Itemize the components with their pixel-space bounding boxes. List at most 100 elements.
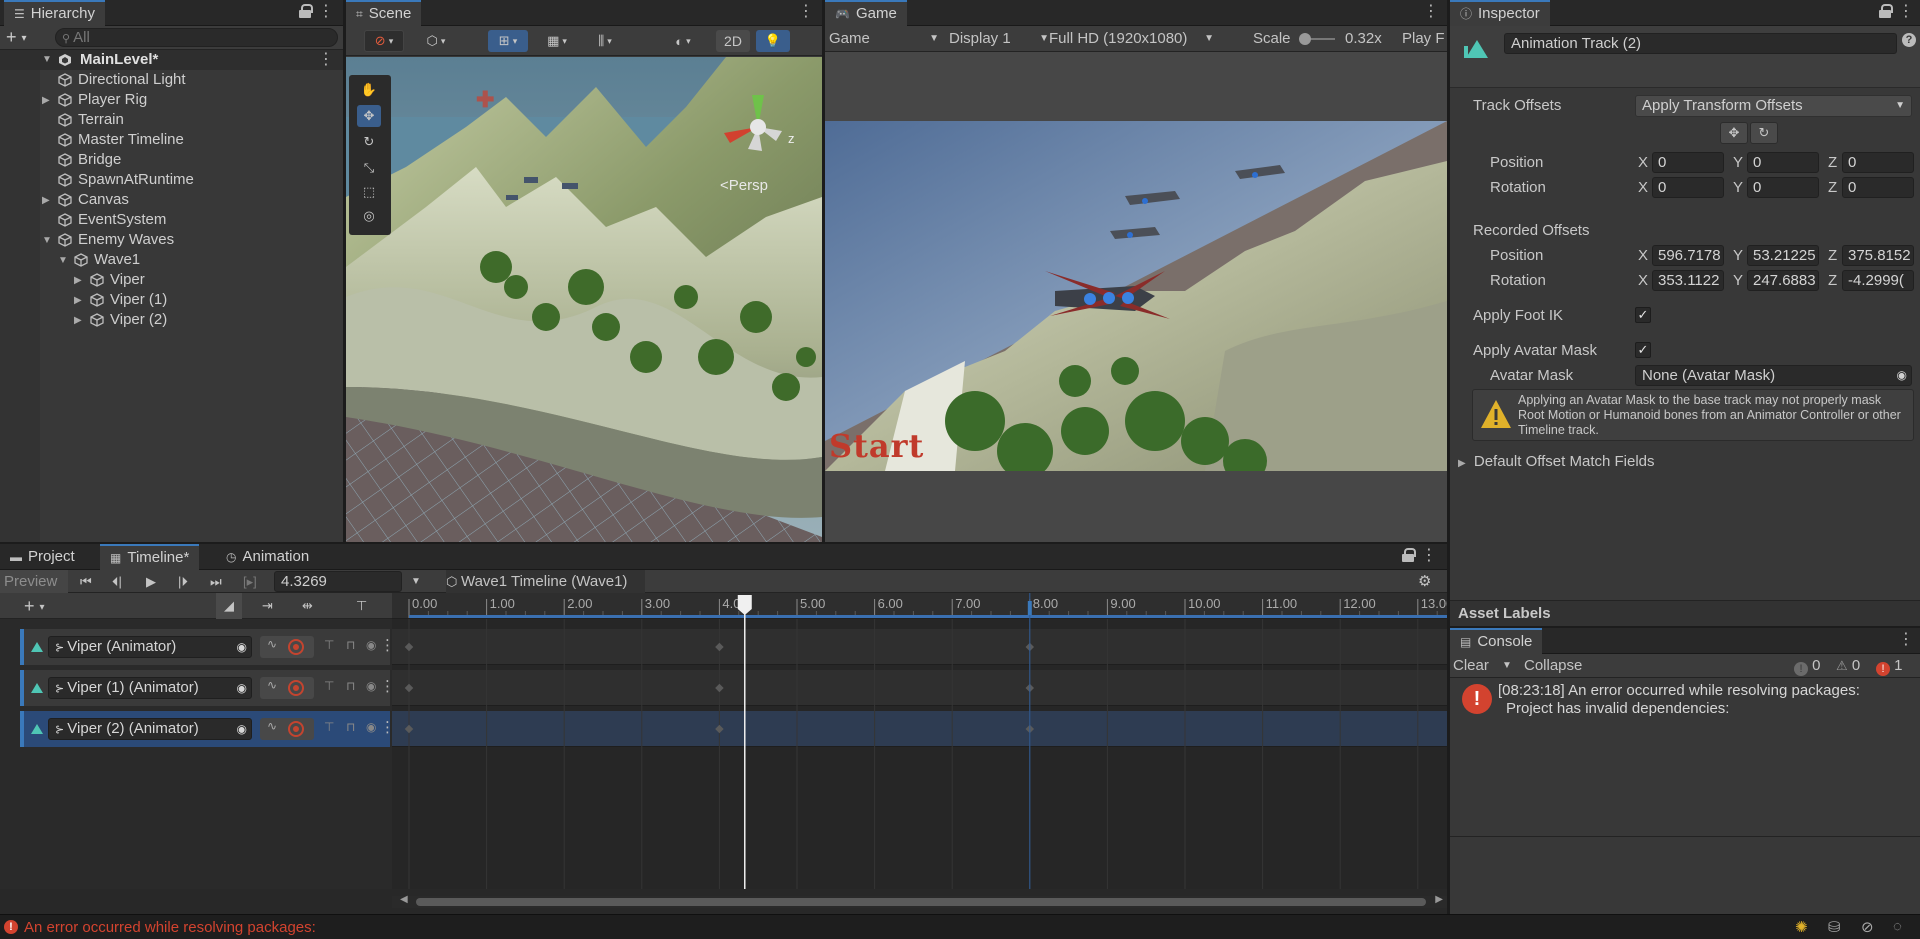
tool-handle-dropdown[interactable]: ⊘ ▾ xyxy=(364,30,404,52)
scroll-left-icon[interactable]: ◀ xyxy=(400,894,408,905)
pin-icon[interactable]: ⊤ xyxy=(324,720,334,734)
grid-toggle-button[interactable]: ▦ ▾ xyxy=(539,30,575,52)
hierarchy-item[interactable]: Terrain xyxy=(0,110,343,130)
recorded-position-x-field[interactable]: 596.7178 xyxy=(1652,245,1724,266)
tab-hierarchy[interactable]: ☰ Hierarchy xyxy=(4,0,105,26)
edit-mode-mix-icon[interactable]: ◢ xyxy=(216,593,242,619)
edit-mode-ripple-icon[interactable]: ⇥ xyxy=(262,593,273,619)
pin-marker-icon[interactable]: ⊤ xyxy=(356,593,367,619)
scene-viewport[interactable]: ✚ ✋ ✥ ↻ ⤡ ⬚ ◎ z <Persp xyxy=(346,57,822,542)
transform-tool-icon[interactable]: ◎ xyxy=(357,205,381,227)
increment-snap-button[interactable]: ⫼ ▾ xyxy=(585,30,625,52)
tab-scene[interactable]: ⌗ Scene xyxy=(346,0,422,26)
rotation-z-field[interactable]: 0 xyxy=(1842,177,1914,198)
recorded-rotation-x-field[interactable]: 353.1122 xyxy=(1652,270,1724,291)
time-field[interactable]: 4.3269 xyxy=(274,571,402,592)
info-filter-toggle[interactable]: ! 0 xyxy=(1794,654,1821,678)
hierarchy-item[interactable]: EventSystem xyxy=(0,210,343,230)
timeline-settings-icon[interactable]: ⚙ xyxy=(1418,570,1431,593)
timeline-asset-breadcrumb[interactable]: ⬡ Wave1 Timeline (Wave1) xyxy=(446,570,646,593)
hierarchy-item[interactable]: Master Timeline xyxy=(0,130,343,150)
curves-icon[interactable]: ∿ xyxy=(267,678,277,692)
console-entry[interactable]: ! [08:23:18] An error occurred while res… xyxy=(1450,680,1920,720)
recorded-position-z-field[interactable]: 375.8152 xyxy=(1842,245,1914,266)
object-picker-icon[interactable]: ◉ xyxy=(237,719,247,739)
add-object-button[interactable]: + ▾ xyxy=(6,27,27,49)
recorded-rotation-z-field[interactable]: -4.2999( xyxy=(1842,270,1914,291)
hierarchy-item[interactable]: ▶ Viper (1) xyxy=(0,290,343,310)
status-bar[interactable]: ! An error occurred while resolving pack… xyxy=(0,914,1920,939)
collapse-arrow-icon[interactable]: ▶ xyxy=(42,191,50,211)
pin-icon[interactable]: ⊤ xyxy=(324,679,334,693)
object-picker-icon[interactable]: ◉ xyxy=(237,637,247,657)
next-frame-icon[interactable]: |⏵ xyxy=(178,570,188,593)
render-mode-dropdown[interactable]: ⬡ ▾ xyxy=(416,30,456,52)
scene-more-icon[interactable]: ⋮ xyxy=(798,2,814,22)
edit-mode-replace-icon[interactable]: ⇹ xyxy=(302,593,313,619)
apply-foot-ik-checkbox[interactable]: ✓ xyxy=(1635,307,1651,323)
error-filter-toggle[interactable]: ! 1 xyxy=(1876,654,1903,678)
tab-console[interactable]: ▤ Console xyxy=(1450,628,1543,654)
track-lock-icon[interactable]: ⊓ xyxy=(346,679,355,693)
collapse-button[interactable]: Collapse xyxy=(1524,654,1582,678)
hierarchy-item[interactable]: Directional Light xyxy=(0,70,343,90)
persp-label[interactable]: <Persp xyxy=(720,177,768,194)
help-icon[interactable]: ? xyxy=(1902,33,1916,47)
play-range-icon[interactable]: [▸] xyxy=(243,570,257,593)
play-focused-label[interactable]: Play F xyxy=(1402,26,1445,52)
game-more-icon[interactable]: ⋮ xyxy=(1423,2,1439,22)
expand-arrow-icon[interactable]: ▼ xyxy=(42,50,52,70)
warning-filter-toggle[interactable]: ⚠ 0 xyxy=(1836,654,1860,678)
hierarchy-search-input[interactable]: ⚲ All xyxy=(55,28,338,47)
orientation-gizmo[interactable]: z xyxy=(718,87,798,167)
more-options-icon[interactable]: ⋮ xyxy=(318,2,334,22)
animator-binding-field[interactable]: ⊱ Viper (Animator) ◉ xyxy=(48,636,252,658)
resolution-select[interactable]: Full HD (1920x1080) ▼ xyxy=(1049,26,1214,52)
position-z-field[interactable]: 0 xyxy=(1842,152,1914,173)
move-offset-tool-button[interactable]: ✥ xyxy=(1720,122,1748,144)
collapse-arrow-icon[interactable]: ▶ xyxy=(74,271,82,291)
hierarchy-item[interactable]: ▼ Enemy Waves xyxy=(0,230,343,250)
time-format-dropdown[interactable]: ▼ xyxy=(411,570,421,593)
position-x-field[interactable]: 0 xyxy=(1652,152,1724,173)
snap-toggle-button[interactable]: ⊞ ▾ xyxy=(488,30,528,52)
asset-labels-bar[interactable]: Asset Labels xyxy=(1450,600,1920,626)
timeline-track-header[interactable]: ⊱ Viper (2) (Animator) ◉ ∿ ⊤ ⊓ ◉ ⋮ xyxy=(20,711,395,747)
collapse-arrow-icon[interactable]: ▶ xyxy=(42,91,50,111)
cache-server-icon[interactable]: ⛁ xyxy=(1828,918,1841,936)
object-picker-icon[interactable]: ◉ xyxy=(1897,366,1907,385)
visibility-eye-icon[interactable]: ◉ xyxy=(366,638,376,652)
visibility-eye-icon[interactable]: ◉ xyxy=(366,720,376,734)
animator-binding-field[interactable]: ⊱ Viper (2) (Animator) ◉ xyxy=(48,718,252,740)
inspector-lock-icon[interactable] xyxy=(1879,4,1893,18)
recorded-rotation-y-field[interactable]: 247.6883 xyxy=(1747,270,1819,291)
rect-tool-icon[interactable]: ⬚ xyxy=(357,181,381,203)
clear-options-dropdown[interactable]: ▼ xyxy=(1502,654,1512,678)
toggle-2d-button[interactable]: 2D xyxy=(716,30,750,52)
track-lock-icon[interactable]: ⊓ xyxy=(346,720,355,734)
play-icon[interactable]: ▶ xyxy=(146,570,156,593)
rotation-x-field[interactable]: 0 xyxy=(1652,177,1724,198)
object-picker-icon[interactable]: ◉ xyxy=(237,678,247,698)
inspector-more-icon[interactable]: ⋮ xyxy=(1898,2,1914,22)
timeline-lock-icon[interactable] xyxy=(1402,548,1416,562)
recorded-position-y-field[interactable]: 53.21225 xyxy=(1747,245,1819,266)
scene-options-icon[interactable]: ⋮ xyxy=(318,50,334,70)
lock-icon[interactable] xyxy=(299,4,313,18)
collapse-arrow-icon[interactable]: ▶ xyxy=(74,311,82,331)
prev-frame-icon[interactable]: ⏴| xyxy=(112,570,122,593)
view-select[interactable]: Game ▼ xyxy=(829,26,939,52)
lighting-toggle-button[interactable]: 💡 xyxy=(756,30,790,52)
hierarchy-item[interactable]: ▼ Wave1 xyxy=(0,250,343,270)
collapse-arrow-icon[interactable]: ▶ xyxy=(74,291,82,311)
add-track-button[interactable]: + ▾ xyxy=(24,593,45,621)
record-button-icon[interactable] xyxy=(288,639,304,655)
position-y-field[interactable]: 0 xyxy=(1747,152,1819,173)
goto-start-icon[interactable]: ⏮ xyxy=(80,570,92,593)
preview-button[interactable]: Preview xyxy=(0,570,68,593)
shading-dropdown[interactable]: ◐ ▾ xyxy=(662,30,704,52)
pin-icon[interactable]: ⊤ xyxy=(324,638,334,652)
clear-button[interactable]: Clear xyxy=(1453,654,1489,678)
object-name-field[interactable]: Animation Track (2) xyxy=(1504,33,1897,54)
rotate-offset-tool-button[interactable]: ↻ xyxy=(1750,122,1778,144)
